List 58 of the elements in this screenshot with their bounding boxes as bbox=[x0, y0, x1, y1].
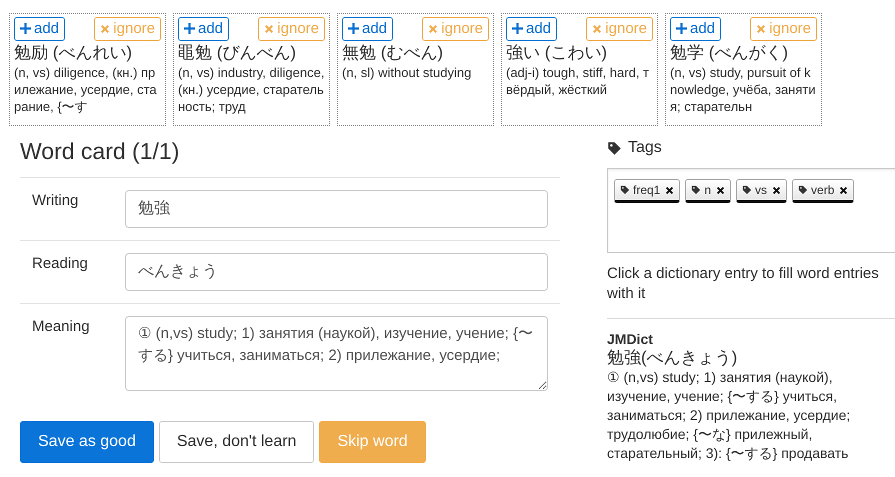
dictionary-entry-card[interactable]: add ignore 勉学 (べんがく) (n, vs) study, pursuit of knowledge, учёба, занятия; старательн bbox=[665, 13, 822, 126]
close-icon bbox=[756, 24, 766, 34]
dictionary-entry-card[interactable]: add ignore 勉励 (べんれい) (n, vs) diligence, (кн.) прилежание, усердие, старание, {〜す bbox=[9, 13, 166, 126]
tag-icon bbox=[620, 185, 630, 195]
add-button[interactable]: add bbox=[670, 17, 722, 41]
entry-headword: 勉学 (べんがく) bbox=[670, 42, 790, 64]
close-icon bbox=[592, 24, 602, 34]
tag-chip[interactable]: vs bbox=[736, 179, 788, 203]
entry-headword: 黽勉 (びんべん) bbox=[178, 42, 298, 64]
text-field[interactable]: べんきょう bbox=[125, 252, 548, 290]
dictionary-entry-card[interactable]: add ignore 強い (こわい) (adj-i) tough, stiff, hard, твёрдый, жёсткий bbox=[501, 13, 658, 126]
close-icon bbox=[264, 24, 274, 34]
plus-icon bbox=[184, 23, 195, 34]
close-icon bbox=[100, 24, 110, 34]
entry-definition: (n, vs) industry, diligence, (кн.) усердие, старательность; труд bbox=[178, 64, 325, 115]
meaning-field[interactable]: ① (n,vs) study; 1) занятия (наукой), изучение, учение; {〜する} учиться, заниматься; 2) прилежание, усердие; bbox=[125, 316, 548, 390]
hint-text: Click a dictionary entry to fill word entries with it bbox=[607, 264, 880, 304]
plus-icon bbox=[676, 23, 687, 34]
save-button[interactable]: Save, don't learn bbox=[158, 420, 314, 462]
remove-icon bbox=[665, 186, 674, 194]
entry-definition: (n, vs) diligence, (кн.) прилежание, усердие, старание, {〜す bbox=[14, 64, 158, 115]
field-label: Reading bbox=[32, 254, 89, 274]
add-button[interactable]: add bbox=[506, 17, 558, 41]
dictionary-definition: ① (n,vs) study; 1) занятия (наукой), изучение, учение; {〜する} учиться, заниматься; 2) прилежание, усердие; трудолюбие; {〜な} прилежный, старательный; 3): {〜する} продавать bbox=[607, 368, 852, 463]
dictionary-source: JMDict bbox=[607, 331, 654, 348]
field-label: Meaning bbox=[32, 316, 91, 336]
add-button[interactable]: add bbox=[178, 17, 230, 41]
entry-headword: 無勉 (むべん) bbox=[342, 42, 444, 64]
tags-field[interactable]: freq1 n vs verb bbox=[607, 168, 895, 253]
card-title: Word card (1/1) bbox=[20, 137, 180, 166]
entry-headword: 勉励 (べんれい) bbox=[14, 42, 134, 64]
add-button[interactable]: add bbox=[14, 17, 66, 41]
entry-definition: (adj-i) tough, stiff, hard, твёрдый, жёсткий bbox=[506, 64, 650, 98]
tag-icon bbox=[691, 185, 702, 195]
tag-chip[interactable]: verb bbox=[792, 179, 854, 203]
plus-icon bbox=[348, 23, 359, 34]
plus-icon bbox=[512, 23, 523, 34]
tags-icon bbox=[607, 140, 622, 156]
field-label: Writing bbox=[32, 190, 80, 210]
tag-chip[interactable]: n bbox=[685, 179, 732, 203]
entry-headword: 強い (こわい) bbox=[506, 42, 608, 64]
add-button[interactable]: add bbox=[342, 17, 394, 41]
text-field[interactable]: 勉強 bbox=[125, 190, 548, 228]
dictionary-entry-card[interactable]: add ignore 無勉 (むべん) (n, sl) without studying bbox=[337, 13, 494, 126]
tag-icon bbox=[798, 185, 808, 195]
plus-icon bbox=[20, 23, 31, 34]
remove-icon bbox=[716, 186, 726, 194]
remove-icon bbox=[839, 186, 848, 194]
entry-definition: (n, vs) study, pursuit of knowledge, учёба, занятия; старательн bbox=[670, 64, 817, 115]
remove-icon bbox=[772, 186, 782, 194]
tag-chip[interactable]: freq1 bbox=[614, 179, 680, 203]
tags-heading: Tags bbox=[628, 138, 662, 158]
entry-definition: (n, sl) without studying bbox=[342, 64, 472, 81]
dictionary-entry-card[interactable]: add ignore 黽勉 (びんべん) (n, vs) industry, diligence, (кн.) усердие, старательность; труд bbox=[173, 13, 330, 126]
dictionary-headword: 勉強(べんきょう) bbox=[607, 348, 738, 368]
close-icon bbox=[428, 24, 438, 34]
save-button[interactable]: Save as good bbox=[20, 420, 154, 462]
tag-icon bbox=[742, 185, 752, 195]
